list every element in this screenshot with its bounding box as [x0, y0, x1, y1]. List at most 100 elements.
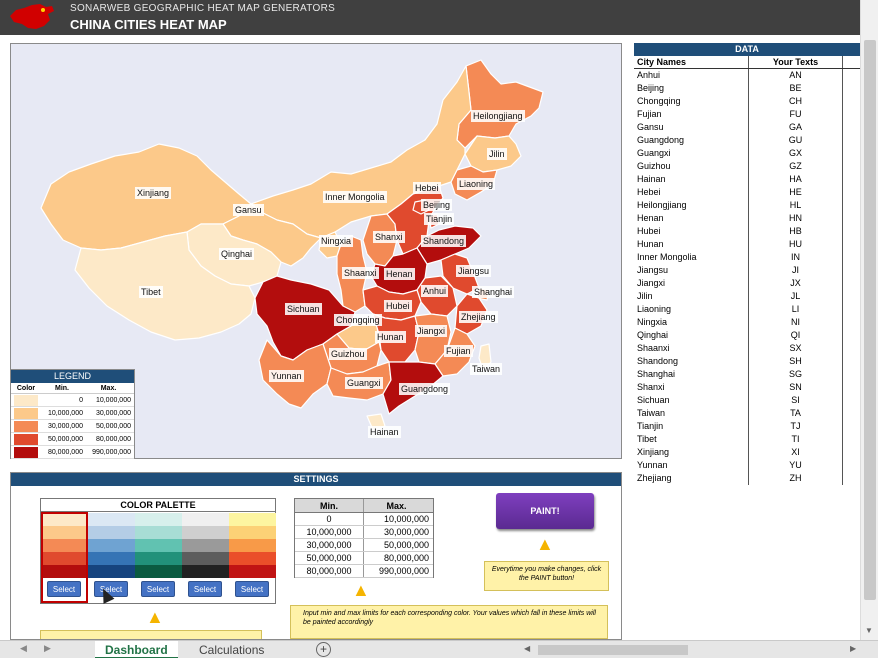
city-text-cell[interactable]: XI — [749, 446, 843, 459]
city-text-cell[interactable]: ZH — [749, 472, 843, 485]
city-text-cell[interactable]: YU — [749, 459, 843, 472]
city-name-cell[interactable]: Shaanxi — [634, 342, 749, 355]
city-text-cell[interactable]: AN — [749, 69, 843, 82]
city-text-cell[interactable]: JL — [749, 290, 843, 303]
city-name-cell[interactable]: Shanghai — [634, 368, 749, 381]
city-name-cell[interactable]: Hainan — [634, 173, 749, 186]
city-name-cell[interactable]: Tianjin — [634, 420, 749, 433]
city-text-cell[interactable]: HL — [749, 199, 843, 212]
max-input[interactable]: 30,000,000 — [364, 526, 433, 538]
palette-option-5[interactable] — [229, 513, 276, 578]
city-name-cell[interactable]: Guizhou — [634, 160, 749, 173]
city-name-cell[interactable]: Taiwan — [634, 407, 749, 420]
max-input[interactable]: 10,000,000 — [364, 513, 433, 525]
data-row: Guangdong GU — [634, 134, 860, 147]
city-name-cell[interactable]: Heilongjiang — [634, 199, 749, 212]
city-name-cell[interactable]: Sichuan — [634, 394, 749, 407]
city-name-cell[interactable]: Fujian — [634, 108, 749, 121]
city-name-cell[interactable]: Henan — [634, 212, 749, 225]
city-text-cell[interactable]: GZ — [749, 160, 843, 173]
city-name-cell[interactable]: Yunnan — [634, 459, 749, 472]
palette-option-3[interactable] — [135, 513, 182, 578]
city-name-cell[interactable]: Qinghai — [634, 329, 749, 342]
next-sheet-icon[interactable]: ▶ — [44, 643, 51, 654]
city-text-cell[interactable]: SN — [749, 381, 843, 394]
settings-panel: SETTINGS COLOR PALETTE Select Select Sel… — [10, 472, 622, 640]
add-sheet-button[interactable]: + — [316, 642, 331, 657]
city-name-cell[interactable]: Inner Mongolia — [634, 251, 749, 264]
min-input[interactable]: 80,000,000 — [295, 565, 364, 577]
city-text-cell[interactable]: GX — [749, 147, 843, 160]
city-text-cell[interactable]: LI — [749, 303, 843, 316]
city-text-cell[interactable]: TJ — [749, 420, 843, 433]
city-name-cell[interactable]: Hunan — [634, 238, 749, 251]
city-text-cell[interactable]: JX — [749, 277, 843, 290]
max-input[interactable]: 50,000,000 — [364, 539, 433, 551]
city-name-cell[interactable]: Jilin — [634, 290, 749, 303]
max-input[interactable]: 990,000,000 — [364, 565, 433, 577]
city-name-cell[interactable]: Liaoning — [634, 303, 749, 316]
city-name-cell[interactable]: Anhui — [634, 69, 749, 82]
min-input[interactable]: 50,000,000 — [295, 552, 364, 564]
city-name-cell[interactable]: Jiangsu — [634, 264, 749, 277]
city-text-cell[interactable]: BE — [749, 82, 843, 95]
city-name-cell[interactable]: Gansu — [634, 121, 749, 134]
city-name-cell[interactable]: Beijing — [634, 82, 749, 95]
scroll-down-icon[interactable]: ▼ — [865, 626, 873, 635]
city-name-cell[interactable]: Shanxi — [634, 381, 749, 394]
select-palette-1-button[interactable]: Select — [47, 581, 81, 597]
city-text-cell[interactable]: IN — [749, 251, 843, 264]
palette-option-2[interactable] — [88, 513, 135, 578]
horizontal-scrollbar[interactable]: ◀ ▶ — [520, 644, 860, 656]
city-text-cell[interactable]: CH — [749, 95, 843, 108]
city-name-cell[interactable]: Xinjiang — [634, 446, 749, 459]
scroll-left-icon[interactable]: ◀ — [524, 644, 530, 653]
city-name-cell[interactable]: Hubei — [634, 225, 749, 238]
city-text-cell[interactable]: HB — [749, 225, 843, 238]
min-input[interactable]: 10,000,000 — [295, 526, 364, 538]
horizontal-scroll-thumb[interactable] — [538, 645, 688, 655]
city-text-cell[interactable]: SX — [749, 342, 843, 355]
city-text-cell[interactable]: SH — [749, 355, 843, 368]
tab-dashboard[interactable]: Dashboard — [95, 641, 178, 658]
city-text-cell[interactable]: HA — [749, 173, 843, 186]
city-text-cell[interactable]: JI — [749, 264, 843, 277]
city-name-cell[interactable]: Guangxi — [634, 147, 749, 160]
city-name-cell[interactable]: Chongqing — [634, 95, 749, 108]
city-text-cell[interactable]: FU — [749, 108, 843, 121]
scroll-right-icon[interactable]: ▶ — [850, 644, 856, 653]
city-name-cell[interactable]: Shandong — [634, 355, 749, 368]
prev-sheet-icon[interactable]: ◀ — [20, 643, 27, 654]
city-text-cell[interactable]: SG — [749, 368, 843, 381]
city-name-cell[interactable]: Ningxia — [634, 316, 749, 329]
city-text-cell[interactable]: HN — [749, 212, 843, 225]
city-text-cell[interactable]: NI — [749, 316, 843, 329]
paint-button[interactable]: PAINT! — [496, 493, 594, 529]
header-title: CHINA CITIES HEAT MAP — [70, 17, 227, 32]
city-text-cell[interactable]: GA — [749, 121, 843, 134]
city-name-cell[interactable]: Jiangxi — [634, 277, 749, 290]
min-input[interactable]: 30,000,000 — [295, 539, 364, 551]
city-name-cell[interactable]: Guangdong — [634, 134, 749, 147]
palette-option-4[interactable] — [182, 513, 229, 578]
city-name-cell[interactable]: Tibet — [634, 433, 749, 446]
city-text-cell[interactable]: TA — [749, 407, 843, 420]
city-text-cell[interactable]: SI — [749, 394, 843, 407]
select-palette-4-button[interactable]: Select — [188, 581, 222, 597]
max-input[interactable]: 80,000,000 — [364, 552, 433, 564]
data-row: Taiwan TA — [634, 407, 860, 420]
city-text-cell[interactable]: TI — [749, 433, 843, 446]
city-text-cell[interactable]: HE — [749, 186, 843, 199]
tab-calculations[interactable]: Calculations — [189, 641, 274, 658]
select-palette-5-button[interactable]: Select — [235, 581, 269, 597]
select-palette-3-button[interactable]: Select — [141, 581, 175, 597]
city-text-cell[interactable]: QI — [749, 329, 843, 342]
data-row: Tianjin TJ — [634, 420, 860, 433]
vertical-scroll-thumb[interactable] — [864, 40, 876, 600]
city-name-cell[interactable]: Hebei — [634, 186, 749, 199]
city-text-cell[interactable]: HU — [749, 238, 843, 251]
min-input[interactable]: 0 — [295, 513, 364, 525]
vertical-scrollbar[interactable]: ▼ — [860, 0, 878, 640]
city-name-cell[interactable]: Zhejiang — [634, 472, 749, 485]
city-text-cell[interactable]: GU — [749, 134, 843, 147]
